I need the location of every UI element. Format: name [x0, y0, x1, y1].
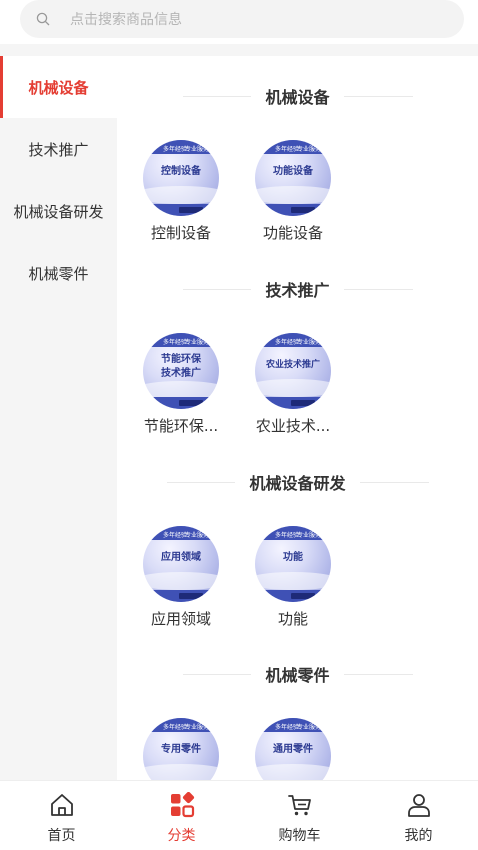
category-card[interactable]: 多年经验 专业服务 功能 功能	[248, 526, 338, 629]
category-label: 功能设备	[262, 224, 323, 242]
category-icon	[170, 792, 194, 818]
home-icon	[50, 794, 73, 816]
sidebar-item-machine-parts[interactable]: 机械零件	[0, 242, 117, 304]
sidebar-item-machinery-rd[interactable]: 机械设备研发	[0, 180, 117, 242]
category-card[interactable]: 多年经验 专业服务 农业技术推广 农业技术...	[248, 333, 338, 436]
section-title: 技术推广	[117, 277, 478, 301]
category-card[interactable]: 多年经验 专业服务 通用零件	[248, 718, 338, 780]
category-label: 功能	[277, 610, 308, 628]
category-sidebar: 机械设备 技术推广 机械设备研发 机械零件	[0, 56, 117, 780]
section-title: 机械设备	[117, 84, 478, 108]
category-thumbnail: 多年经验 专业服务 专用零件	[143, 718, 219, 780]
category-label: 农业技术...	[255, 417, 331, 435]
category-thumbnail: 多年经验 专业服务 应用领域	[143, 526, 219, 602]
section-machinery-rd: 机械设备研发	[117, 470, 478, 494]
category-thumbnail: 多年经验 专业服务 农业技术推广	[255, 333, 331, 409]
category-card[interactable]: 多年经验 专业服务 功能设备 功能设备	[248, 140, 338, 243]
category-content: 机械设备 多年经验 专业服务 控制设备 控制设备 多年经验 专业服务 功能设备 功能…	[117, 56, 478, 780]
tab-home[interactable]: 首页	[2, 781, 121, 850]
section-tech-promotion: 技术推广	[117, 277, 478, 301]
tab-cart[interactable]: 购物车	[240, 781, 359, 850]
category-card[interactable]: 多年经验 专业服务 节能环保 技术推广 节能环保...	[136, 333, 226, 436]
category-thumbnail: 多年经验 专业服务 控制设备	[143, 140, 219, 216]
search-bar: 点击搜索商品信息	[0, 0, 478, 44]
divider	[0, 44, 478, 56]
search-input[interactable]: 点击搜索商品信息	[20, 0, 464, 38]
section-machine-parts: 机械零件	[117, 662, 478, 686]
cart-icon	[287, 795, 311, 816]
bottom-tab-bar: 首页 分类 购物车 我的	[0, 780, 478, 850]
sidebar-item-tech-promotion[interactable]: 技术推广	[0, 118, 117, 180]
category-label: 节能环保...	[143, 417, 219, 435]
category-thumbnail: 多年经验 专业服务 功能	[255, 526, 331, 602]
sidebar-item-machinery[interactable]: 机械设备	[0, 56, 117, 118]
user-icon	[407, 794, 430, 817]
section-machinery: 机械设备	[117, 84, 478, 108]
category-card[interactable]: 多年经验 专业服务 应用领域 应用领域	[136, 526, 226, 629]
section-title: 机械设备研发	[117, 470, 478, 494]
section-title: 机械零件	[117, 662, 478, 686]
category-card[interactable]: 多年经验 专业服务 控制设备 控制设备	[136, 140, 226, 243]
category-thumbnail: 多年经验 专业服务 功能设备	[255, 140, 331, 216]
search-placeholder: 点击搜索商品信息	[70, 12, 182, 28]
tab-mine[interactable]: 我的	[359, 781, 478, 850]
category-label: 应用领域	[150, 610, 211, 628]
category-label: 控制设备	[150, 224, 211, 242]
category-thumbnail: 多年经验 专业服务 通用零件	[255, 718, 331, 780]
category-thumbnail: 多年经验 专业服务 节能环保 技术推广	[143, 333, 219, 409]
tab-category[interactable]: 分类	[122, 781, 241, 850]
search-icon	[36, 12, 50, 26]
category-card[interactable]: 多年经验 专业服务 专用零件	[136, 718, 226, 780]
